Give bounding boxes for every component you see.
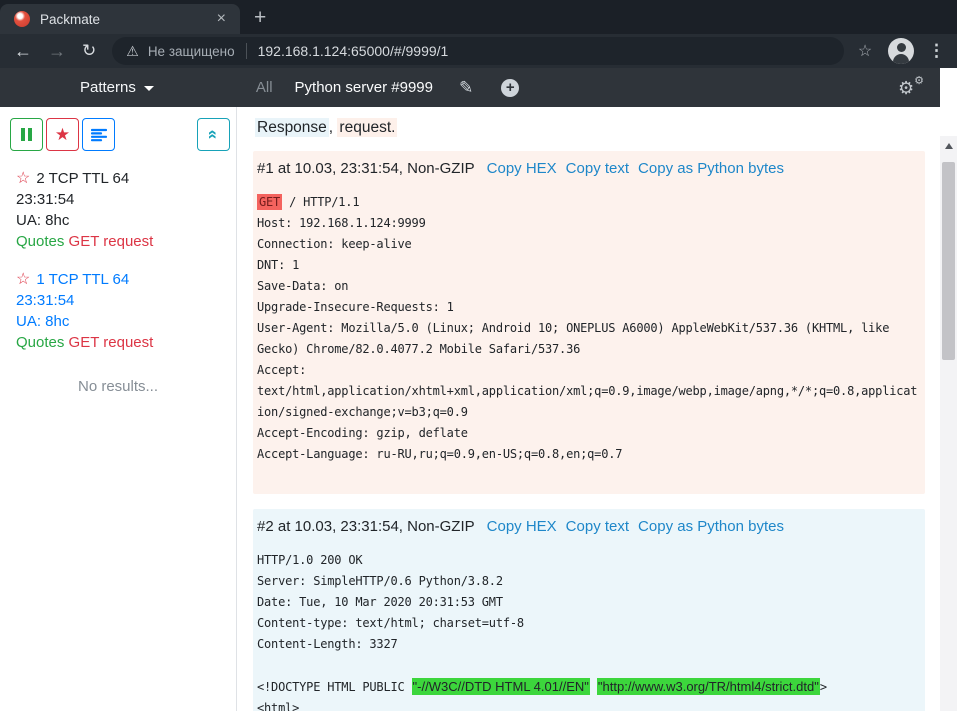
pause-icon — [21, 128, 32, 141]
url-text: 192.168.1.124:65000/#/9999/1 — [258, 43, 449, 59]
scrollbar-thumb[interactable] — [942, 162, 955, 360]
reload-icon[interactable]: ↻ — [82, 42, 96, 60]
packet-body-line: Connection: keep-alive — [257, 234, 921, 255]
stream-item-2[interactable]: ☆ 2 TCP TTL 64 23:31:54 UA: 8hc Quotes GE… — [0, 151, 236, 252]
favorite-star-icon[interactable]: ☆ — [16, 271, 30, 288]
legend: Response, request. — [255, 119, 925, 137]
patterns-label: Patterns — [80, 79, 136, 96]
packmate-favicon-icon — [14, 11, 30, 27]
page-scrollbar[interactable] — [940, 136, 957, 711]
chevron-down-icon — [144, 86, 154, 91]
packet-body-line: Date: Tue, 10 Mar 2020 20:31:53 GMT — [257, 592, 921, 613]
stream-time: 23:31:54 — [16, 290, 228, 311]
packet-body-line: Content-Length: 3327 — [257, 634, 921, 655]
copy-hex-link[interactable]: Copy HEX — [487, 518, 557, 535]
legend-response: Response — [255, 118, 329, 137]
browser-tab-packmate[interactable]: Packmate × — [0, 4, 240, 34]
packet-body-line: text/html,application/xhtml+xml,applicat… — [257, 381, 921, 402]
browser-toolbar: ← → ↻ ⚠ Не защищено 192.168.1.124:65000/… — [0, 34, 957, 68]
tab-all-streams[interactable]: All — [256, 79, 273, 96]
stream-ua: UA: 8hc — [16, 311, 228, 332]
forward-icon[interactable]: → — [48, 42, 66, 60]
profile-avatar[interactable] — [888, 38, 914, 64]
browser-tabstrip: Packmate × + — [0, 0, 957, 34]
security-label: Не защищено — [148, 44, 235, 59]
copy-python-bytes-link[interactable]: Copy as Python bytes — [638, 160, 784, 177]
packet-body-line: Server: SimpleHTTP/0.6 Python/3.8.2 — [257, 571, 921, 592]
settings-gear-icon[interactable]: ⚙ ⚙ — [898, 77, 924, 99]
new-tab-button[interactable]: + — [254, 7, 266, 28]
app-navbar: Patterns All Python server #9999 ✎ + ⚙ ⚙ — [0, 68, 940, 107]
no-results-label: No results... — [0, 378, 236, 395]
stream-time: 23:31:54 — [16, 189, 228, 210]
screen: Packmate × + ← → ↻ ⚠ Не защищено 192.168… — [0, 0, 957, 711]
highlight-green: "http://www.w3.org/TR/html4/strict.dtd" — [597, 678, 820, 695]
browser-menu-icon[interactable]: ⋮ — [928, 41, 945, 61]
packet-card-response: #2 at 10.03, 23:31:54, Non-GZIP Copy HEX… — [253, 509, 925, 711]
copy-text-link[interactable]: Copy text — [566, 518, 629, 535]
patterns-menu[interactable]: Patterns — [80, 79, 154, 96]
packet-body-line: <!DOCTYPE HTML PUBLIC "-//W3C//DTD HTML … — [257, 676, 921, 698]
packet-body: GET / HTTP/1.1Host: 192.168.1.124:9999Co… — [257, 192, 921, 486]
edit-pattern-icon[interactable]: ✎ — [459, 78, 473, 98]
packet-body-line: GET / HTTP/1.1 — [257, 192, 921, 213]
pattern-tag-quotes: Quotes — [16, 334, 64, 351]
add-pattern-icon[interactable]: + — [501, 79, 519, 97]
packet-body: HTTP/1.0 200 OKServer: SimpleHTTP/0.6 Py… — [257, 550, 921, 711]
packet-body-line: ion/signed-exchange;v=b3;q=0.9 — [257, 402, 921, 423]
packet-body-line: Content-type: text/html; charset=utf-8 — [257, 613, 921, 634]
packet-header: #1 at 10.03, 23:31:54, Non-GZIP — [257, 160, 475, 177]
packet-body-line: <html> — [257, 698, 921, 711]
pattern-tag-quotes: Quotes — [16, 233, 64, 250]
favorites-filter-button[interactable]: ★ — [46, 118, 79, 151]
packet-card-request: #1 at 10.03, 23:31:54, Non-GZIP Copy HEX… — [253, 151, 925, 494]
collapse-sidebar-button[interactable]: « — [197, 118, 230, 151]
favorite-star-icon[interactable]: ☆ — [16, 170, 30, 187]
tab-pattern-python-server[interactable]: Python server #9999 — [295, 79, 433, 96]
bookmark-star-icon[interactable]: ☆ — [858, 41, 872, 61]
legend-request: request. — [337, 118, 397, 137]
list-view-button[interactable] — [82, 118, 115, 151]
stream-title: 2 TCP TTL 64 — [36, 170, 129, 187]
address-bar[interactable]: ⚠ Не защищено 192.168.1.124:65000/#/9999… — [112, 37, 844, 65]
packet-body-line: Host: 192.168.1.124:9999 — [257, 213, 921, 234]
packet-body-line — [257, 655, 921, 676]
sidebar-toolbar: ★ « — [0, 118, 236, 151]
packet-body-line: Save-Data: on — [257, 276, 921, 297]
copy-text-link[interactable]: Copy text — [566, 160, 629, 177]
packet-body-line: Accept-Encoding: gzip, deflate — [257, 423, 921, 444]
packet-body-line: Gecko) Chrome/82.0.4077.2 Mobile Safari/… — [257, 339, 921, 360]
double-chevron-up-icon: « — [205, 130, 222, 139]
streams-sidebar: ★ « — [0, 107, 237, 711]
stream-item-1-selected[interactable]: ☆ 1 TCP TTL 64 23:31:54 UA: 8hc Quotes GE… — [0, 252, 236, 353]
pattern-tag-get-request: GET request — [69, 233, 154, 250]
close-tab-icon[interactable]: × — [213, 11, 230, 27]
packet-body-line: User-Agent: Mozilla/5.0 (Linux; Android … — [257, 318, 921, 339]
omnibox-divider — [246, 43, 247, 59]
content-area: ★ « — [0, 107, 940, 711]
back-icon[interactable]: ← — [14, 42, 32, 60]
copy-hex-link[interactable]: Copy HEX — [487, 160, 557, 177]
align-left-icon — [91, 128, 107, 142]
stream-title: 1 TCP TTL 64 — [36, 271, 129, 288]
tab-title: Packmate — [40, 12, 213, 27]
packet-body-line: DNT: 1 — [257, 255, 921, 276]
packmate-page: Patterns All Python server #9999 ✎ + ⚙ ⚙ — [0, 68, 957, 711]
stream-ua: UA: 8hc — [16, 210, 228, 231]
packet-body-line — [257, 465, 921, 486]
pause-capture-button[interactable] — [10, 118, 43, 151]
pattern-tag-get-request: GET request — [69, 334, 154, 351]
highlight-red: GET — [257, 194, 282, 210]
scrollbar-up-arrow[interactable] — [940, 138, 957, 154]
packet-header: #2 at 10.03, 23:31:54, Non-GZIP — [257, 518, 475, 535]
copy-python-bytes-link[interactable]: Copy as Python bytes — [638, 518, 784, 535]
not-secure-warning-icon: ⚠ — [126, 43, 139, 60]
packet-body-line: Accept-Language: ru-RU,ru;q=0.9,en-US;q=… — [257, 444, 921, 465]
star-icon: ★ — [55, 125, 70, 145]
packet-body-line: Upgrade-Insecure-Requests: 1 — [257, 297, 921, 318]
packet-body-line: Accept: — [257, 360, 921, 381]
packets-panel: Response, request. #1 at 10.03, 23:31:54… — [237, 107, 940, 711]
highlight-green: "-//W3C//DTD HTML 4.01//EN" — [412, 678, 590, 695]
packet-body-line: HTTP/1.0 200 OK — [257, 550, 921, 571]
